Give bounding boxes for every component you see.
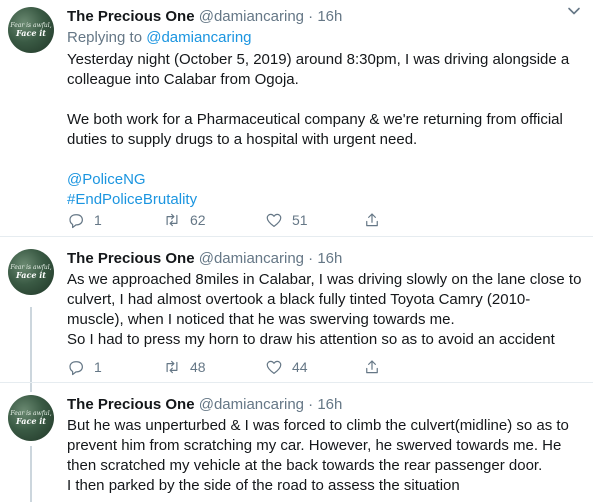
avatar-caption: Face it <box>16 270 46 280</box>
thread-connector <box>30 383 32 392</box>
replying-to-handle[interactable]: @damiancaring <box>146 29 251 46</box>
tweet-paragraph: Yesterday night (October 5, 2019) around… <box>67 51 570 88</box>
retweet-button[interactable]: 48 <box>163 357 206 377</box>
timestamp[interactable]: 16h <box>317 8 342 25</box>
retweet-icon <box>166 213 178 227</box>
tweet-header: The Precious One @damiancaring · 16h <box>67 249 583 269</box>
reply-count: 1 <box>94 212 102 228</box>
thread-connector <box>30 307 32 382</box>
tweet-text: But he was unperturbed & I was forced to… <box>67 416 583 496</box>
share-button[interactable] <box>363 357 381 377</box>
tweet-line: So I had to press my horn to draw his at… <box>67 331 555 348</box>
heart-icon <box>266 213 282 227</box>
reply-count: 1 <box>94 359 102 375</box>
tweet-header: The Precious One @damiancaring · 16h <box>67 395 583 415</box>
tweet-line: But he was unperturbed & I was forced to… <box>67 417 569 434</box>
replying-to: Replying to @damiancaring <box>67 28 252 48</box>
tweet-text: As we approached 8miles in Calabar, I wa… <box>67 270 583 350</box>
display-name[interactable]: The Precious One <box>67 250 195 267</box>
avatar[interactable]: Fear is awful, Face it <box>8 249 54 295</box>
tweet-3[interactable]: Fear is awful, Face it The Precious One … <box>0 383 593 502</box>
user-handle[interactable]: @damiancaring <box>199 250 304 267</box>
like-button[interactable]: 51 <box>265 210 308 230</box>
tweet-1[interactable]: Fear is awful, Face it The Precious One … <box>0 0 593 237</box>
user-handle[interactable]: @damiancaring <box>199 396 304 413</box>
reply-button[interactable]: 1 <box>67 357 102 377</box>
tweet-line: then scratched my vehicle at the back to… <box>67 457 543 474</box>
retweet-count: 62 <box>190 212 206 228</box>
retweet-button[interactable]: 62 <box>163 210 206 230</box>
tweet-line: muscle), when I noticed that he was swer… <box>67 311 455 328</box>
tweet-header: The Precious One @damiancaring · 16h <box>67 7 583 27</box>
avatar[interactable]: Fear is awful, Face it <box>8 7 54 53</box>
timestamp[interactable]: 16h <box>317 396 342 413</box>
chevron-down-icon[interactable] <box>567 4 581 18</box>
replying-to-label: Replying to <box>67 29 143 46</box>
thread-connector <box>30 446 32 502</box>
tweet-paragraph: We both work for a Pharmaceutical compan… <box>67 111 563 148</box>
share-icon <box>366 213 378 227</box>
tweet-line: culvert, I had almost overtook a black f… <box>67 291 531 308</box>
retweet-icon <box>166 360 178 374</box>
reply-icon <box>69 214 83 229</box>
mention-link[interactable]: @PoliceNG <box>67 171 146 188</box>
share-icon <box>366 360 378 374</box>
reply-button[interactable]: 1 <box>67 210 102 230</box>
avatar[interactable]: Fear is awful, Face it <box>8 395 54 441</box>
separator-dot: · <box>308 396 314 413</box>
like-button[interactable]: 44 <box>265 357 308 377</box>
avatar-caption: Face it <box>16 416 46 426</box>
heart-icon <box>266 360 282 374</box>
tweet-line: As we approached 8miles in Calabar, I wa… <box>67 271 582 288</box>
hashtag-link[interactable]: #EndPoliceBrutality <box>67 191 197 208</box>
retweet-count: 48 <box>190 359 206 375</box>
reply-icon <box>69 361 83 376</box>
tweet-text: Yesterday night (October 5, 2019) around… <box>67 50 583 210</box>
separator-dot: · <box>308 250 314 267</box>
separator-dot: · <box>308 8 314 25</box>
share-button[interactable] <box>363 210 381 230</box>
like-count: 44 <box>292 359 308 375</box>
avatar-caption: Face it <box>16 28 46 38</box>
tweet-line: I then parked by the side of the road to… <box>67 477 460 494</box>
tweet-line: prevent him from scratching my car. Howe… <box>67 437 562 454</box>
timestamp[interactable]: 16h <box>317 250 342 267</box>
user-handle[interactable]: @damiancaring <box>199 8 304 25</box>
like-count: 51 <box>292 212 308 228</box>
display-name[interactable]: The Precious One <box>67 8 195 25</box>
tweet-2[interactable]: Fear is awful, Face it The Precious One … <box>0 237 593 383</box>
display-name[interactable]: The Precious One <box>67 396 195 413</box>
